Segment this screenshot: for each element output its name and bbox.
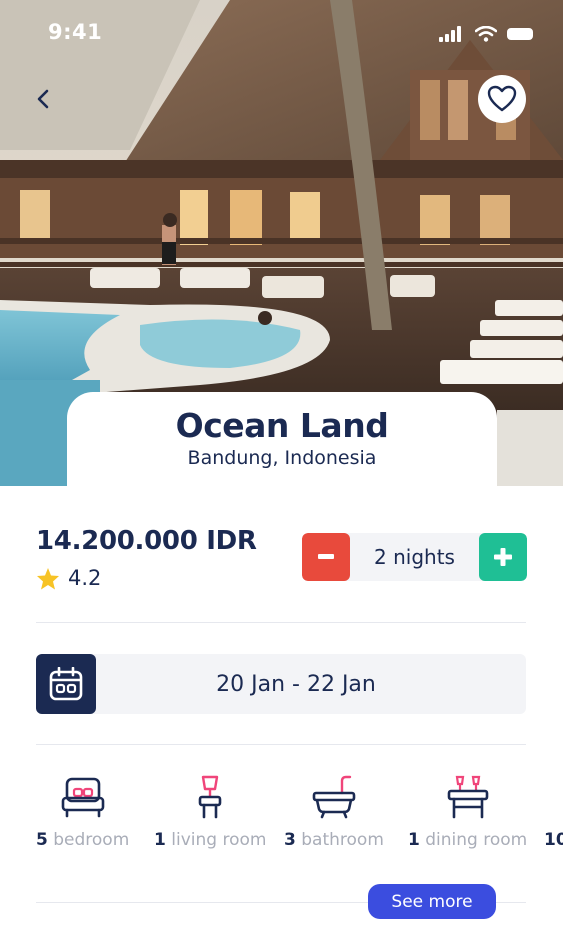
chevron-left-icon — [37, 89, 49, 109]
bathtub-icon — [312, 775, 356, 819]
facility-dining-room: 1 dining room — [408, 774, 527, 850]
divider — [36, 744, 526, 745]
date-range-picker[interactable]: 20 Jan - 22 Jan — [36, 654, 526, 714]
heart-icon — [487, 85, 517, 112]
facility-partial: 10 — [544, 774, 563, 850]
favorite-button[interactable] — [478, 75, 526, 123]
facility-count: 1 — [154, 830, 166, 850]
facility-name: bathroom — [301, 830, 384, 850]
plus-icon — [494, 548, 512, 566]
wifi-icon — [475, 26, 497, 42]
calendar-icon — [49, 667, 83, 701]
dining-table-icon — [447, 775, 488, 819]
facility-name: living room — [171, 830, 267, 850]
facility-count: 5 — [36, 830, 48, 850]
back-button[interactable] — [26, 82, 60, 116]
facility-name: bedroom — [53, 830, 130, 850]
property-location: Bandung, Indonesia — [187, 447, 377, 469]
nights-stepper: 2 nights — [302, 533, 527, 581]
facility-bedroom: 5 bedroom — [36, 774, 129, 850]
property-name: Ocean Land — [175, 406, 389, 445]
divider — [36, 622, 526, 623]
facility-name: dining room — [425, 830, 528, 850]
title-card: Ocean Land Bandung, Indonesia — [67, 392, 497, 486]
hero-image: 9:41 Ocean Land Bandung, Indonesia — [0, 0, 563, 486]
bed-icon — [61, 777, 104, 818]
increase-nights-button[interactable] — [479, 533, 527, 581]
signal-icon — [439, 26, 461, 42]
facility-bathroom: 3 bathroom — [284, 774, 384, 850]
facility-count: 3 — [284, 830, 296, 850]
see-more-button[interactable]: See more — [368, 884, 496, 919]
status-bar: 9:41 — [0, 0, 563, 70]
date-range-text: 20 Jan - 22 Jan — [216, 671, 376, 697]
facility-count: 1 — [408, 830, 420, 850]
facility-living-room: 1 living room — [154, 774, 266, 850]
calendar-button — [36, 654, 96, 714]
rating: 4.2 — [36, 566, 101, 590]
status-icons — [439, 26, 535, 42]
status-time: 9:41 — [48, 20, 103, 44]
lamp-icon — [198, 775, 222, 819]
facility-count: 10 — [544, 830, 563, 850]
battery-icon — [507, 28, 533, 40]
decrease-nights-button[interactable] — [302, 533, 350, 581]
rating-value: 4.2 — [68, 566, 102, 590]
minus-icon — [318, 554, 334, 559]
star-icon — [37, 567, 59, 589]
nights-value: 2 nights — [374, 545, 455, 569]
price: 14.200.000 IDR — [36, 526, 257, 556]
